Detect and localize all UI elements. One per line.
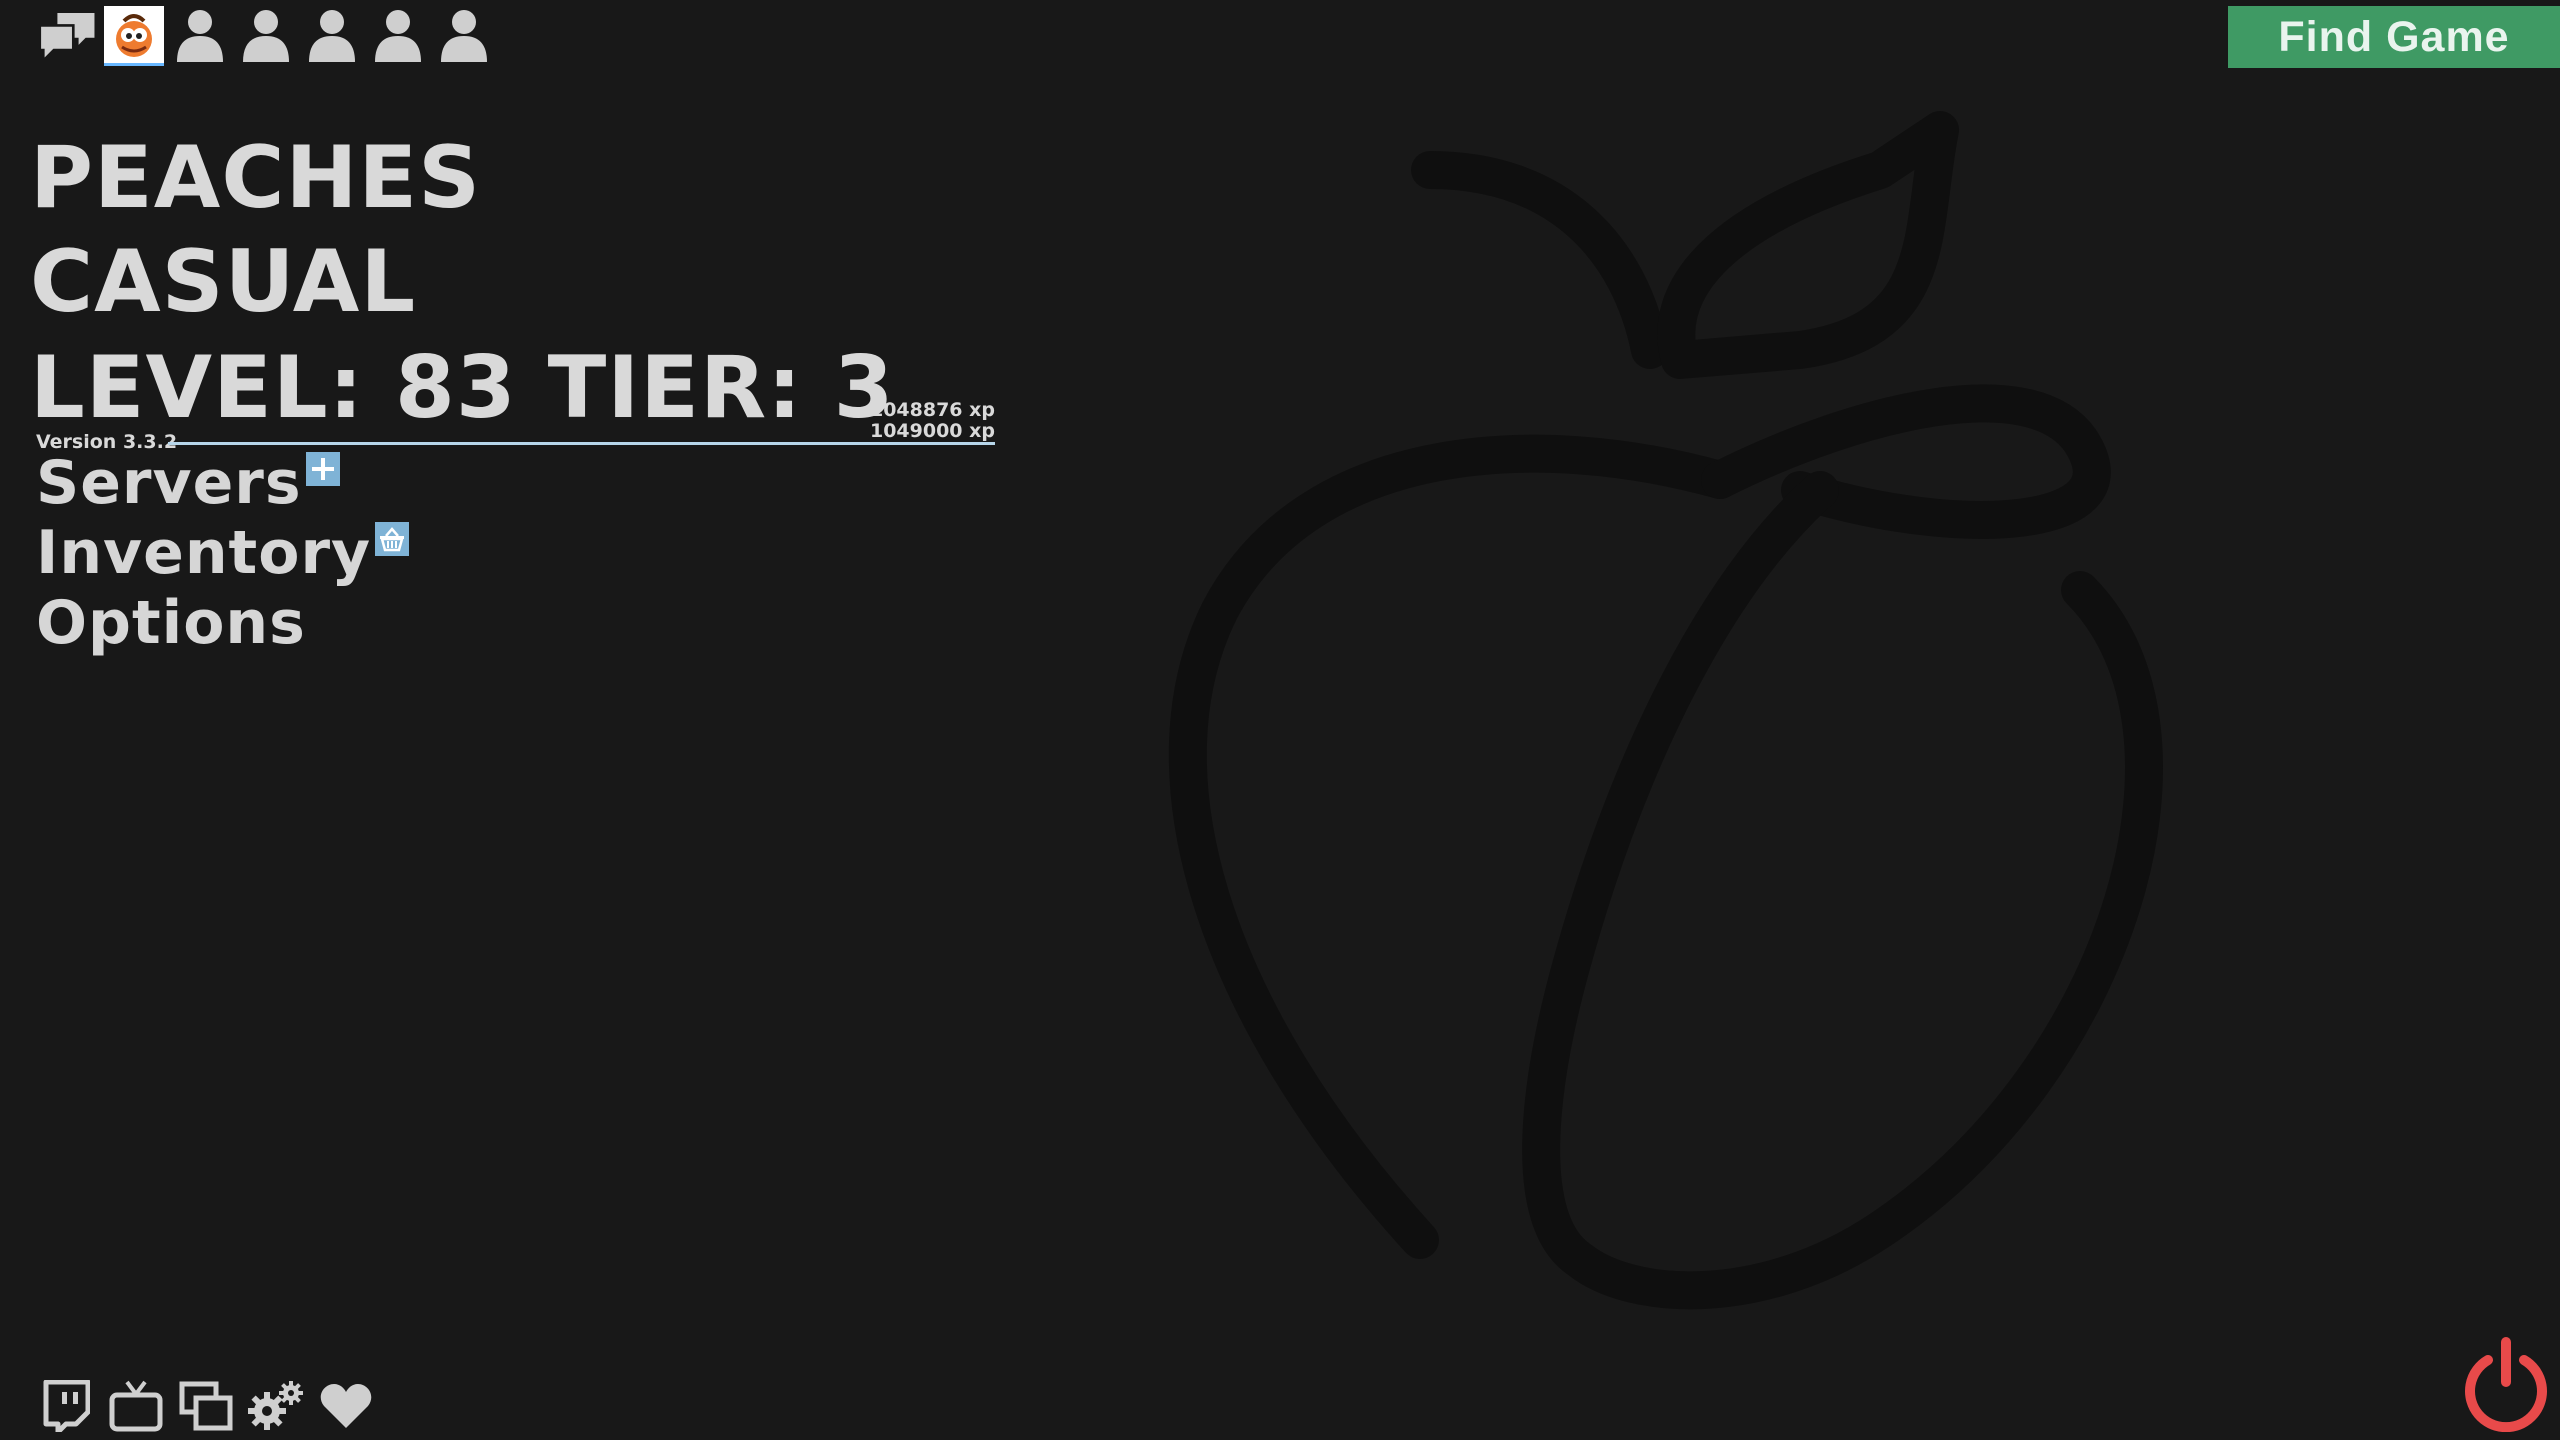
game-mode-label: CASUAL	[30, 232, 417, 332]
power-icon[interactable]	[2458, 1336, 2554, 1433]
player-slot-icon[interactable]	[170, 6, 230, 66]
xp-progress-bar	[168, 442, 995, 445]
menu-item-options[interactable]: Options	[36, 588, 409, 658]
twitch-icon[interactable]	[36, 1376, 96, 1436]
plus-badge-icon	[305, 452, 340, 486]
peach-logo-background	[1168, 111, 2163, 1310]
heart-icon[interactable]	[316, 1376, 376, 1436]
main-menu: Servers Inventory Options	[36, 448, 410, 658]
top-bar	[38, 6, 500, 66]
menu-item-inventory[interactable]: Inventory	[36, 518, 410, 588]
menu-item-servers[interactable]: Servers	[36, 448, 409, 518]
player-slot-icon[interactable]	[302, 6, 362, 66]
menu-item-label: Options	[36, 588, 306, 658]
settings-icon[interactable]	[246, 1376, 306, 1436]
menu-item-label: Servers	[36, 448, 302, 518]
bottom-bar	[36, 1376, 386, 1436]
player-slot-icon[interactable]	[434, 6, 494, 66]
player-name: PEACHES	[30, 128, 482, 228]
basket-badge-icon	[375, 522, 410, 556]
windows-icon[interactable]	[176, 1376, 236, 1436]
find-game-button[interactable]: Find Game	[2228, 6, 2560, 68]
chat-icon[interactable]	[38, 6, 98, 66]
xp-progress-fill	[168, 442, 995, 445]
tv-icon[interactable]	[106, 1376, 166, 1436]
level-tier-label: LEVEL: 83 TIER: 3	[30, 338, 895, 438]
player-slot-icon[interactable]	[368, 6, 428, 66]
menu-item-label: Inventory	[36, 518, 372, 588]
player-slot-icon[interactable]	[236, 6, 296, 66]
xp-needed: 1049000 xp	[869, 420, 995, 442]
xp-current: 1048876 xp	[869, 399, 995, 421]
avatar[interactable]	[104, 6, 164, 66]
